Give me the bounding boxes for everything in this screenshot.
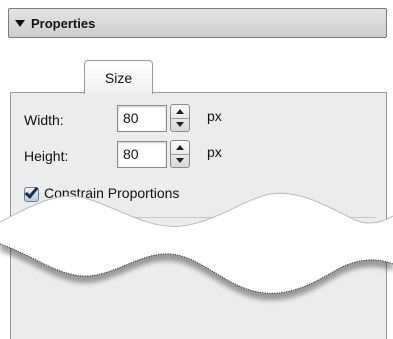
properties-panel-screenshot: Properties Size Width: 80 px Height: 80 … [0,0,393,339]
torn-paper-overlay [0,192,393,301]
